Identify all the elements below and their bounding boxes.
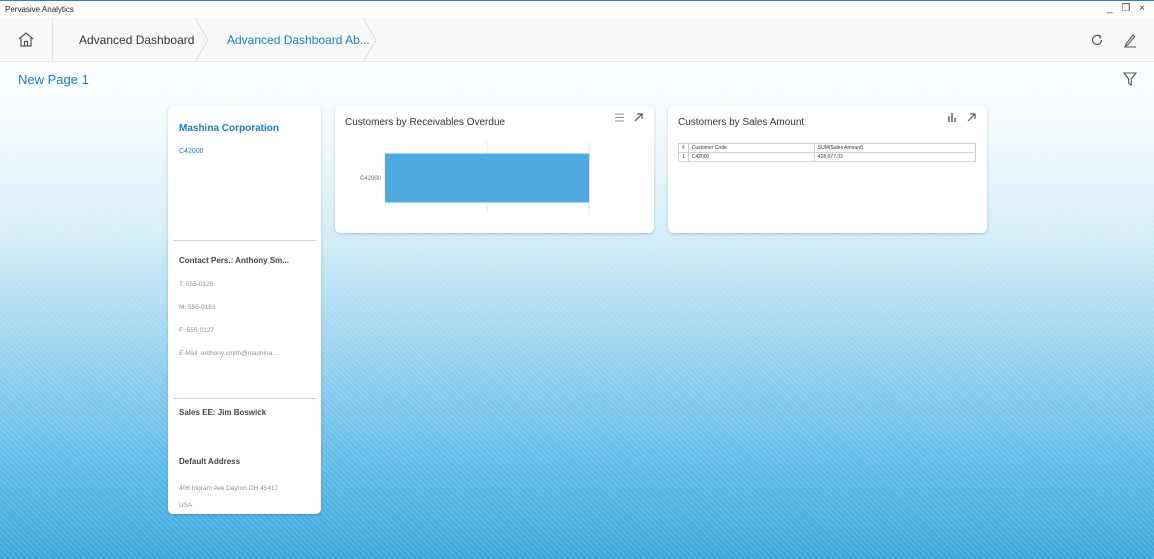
expand-icon[interactable] [966, 112, 977, 123]
table-header-row: # Customer Code SUM(Sales Amount) [678, 143, 977, 153]
bar-chart: C42000 [360, 142, 590, 214]
sales-employee: Sales EE: Jim Boswick [179, 408, 267, 417]
restore-button[interactable]: ❐ [1121, 3, 1133, 14]
address-line: 406 Ingram Ave Dayton OH 45417 [179, 485, 279, 492]
divider [173, 240, 316, 241]
refresh-icon[interactable] [1088, 31, 1106, 49]
window-titlebar: Pervasive Analytics _ ❐ × [0, 0, 1154, 18]
navigation-bar: Advanced Dashboard Advanced Dashboard Ab… [0, 18, 1154, 62]
window-controls: _ ❐ × [1107, 3, 1148, 14]
category-label: C42000 [360, 176, 382, 182]
filter-icon[interactable] [1122, 71, 1138, 87]
sales-table: # Customer Code SUM(Sales Amount) 1 C420… [678, 143, 977, 162]
close-button[interactable]: × [1139, 3, 1148, 14]
customer-name[interactable]: Mashina Corporation [179, 123, 279, 134]
nav-divider [52, 18, 53, 62]
column-header[interactable]: Customer Code [687, 143, 815, 153]
column-header[interactable]: # [678, 143, 689, 153]
divider [173, 398, 316, 399]
fax-number: F: 555-0127 [179, 327, 215, 334]
edit-icon[interactable] [1121, 31, 1139, 49]
dashboard-canvas: New Page 1 Mashina Corporation C42000 Co… [0, 62, 1154, 559]
card-toolbar [947, 112, 977, 124]
address-title: Default Address [179, 457, 241, 466]
home-icon[interactable] [16, 30, 36, 50]
bar-chart-icon[interactable] [947, 112, 958, 123]
breadcrumb-chevron-icon [194, 18, 209, 62]
table-cell: 1 [678, 152, 689, 162]
bar[interactable] [385, 153, 590, 203]
sales-amount-card: Customers by Sales Amount # Customer Cod… [668, 106, 987, 233]
minimize-button[interactable]: _ [1107, 3, 1116, 14]
table-cell: 428,677.33 [813, 152, 977, 162]
phone-number: T: 555-0126 [179, 281, 214, 288]
mobile-number: M: 555-0183 [179, 304, 216, 311]
page-title: New Page 1 [18, 72, 89, 87]
address-country: USA [179, 502, 193, 509]
customer-code[interactable]: C42000 [179, 148, 204, 155]
contact-person: Contact Pers.: Anthony Sm... [179, 256, 289, 265]
sales-card-title: Customers by Sales Amount [678, 117, 805, 128]
table-cell: C42000 [687, 152, 815, 162]
email-address[interactable]: E-Mail: anthony.smith@mashina.... [179, 350, 279, 357]
window-title: Pervasive Analytics [5, 5, 74, 14]
breadcrumb-advanced-dashboard[interactable]: Advanced Dashboard [79, 33, 194, 47]
customer-card: Mashina Corporation C42000 Contact Pers.… [168, 106, 321, 514]
table-row[interactable]: 1 C42000 428,677.33 [678, 152, 977, 162]
receivables-chart-card: Customers by Receivables Overdue C42000 [335, 106, 654, 233]
column-header[interactable]: SUM(Sales Amount) [813, 143, 977, 153]
breadcrumb-advanced-dashboard-ab[interactable]: Advanced Dashboard Ab... [227, 33, 370, 47]
breadcrumb-chevron-icon [362, 18, 377, 62]
